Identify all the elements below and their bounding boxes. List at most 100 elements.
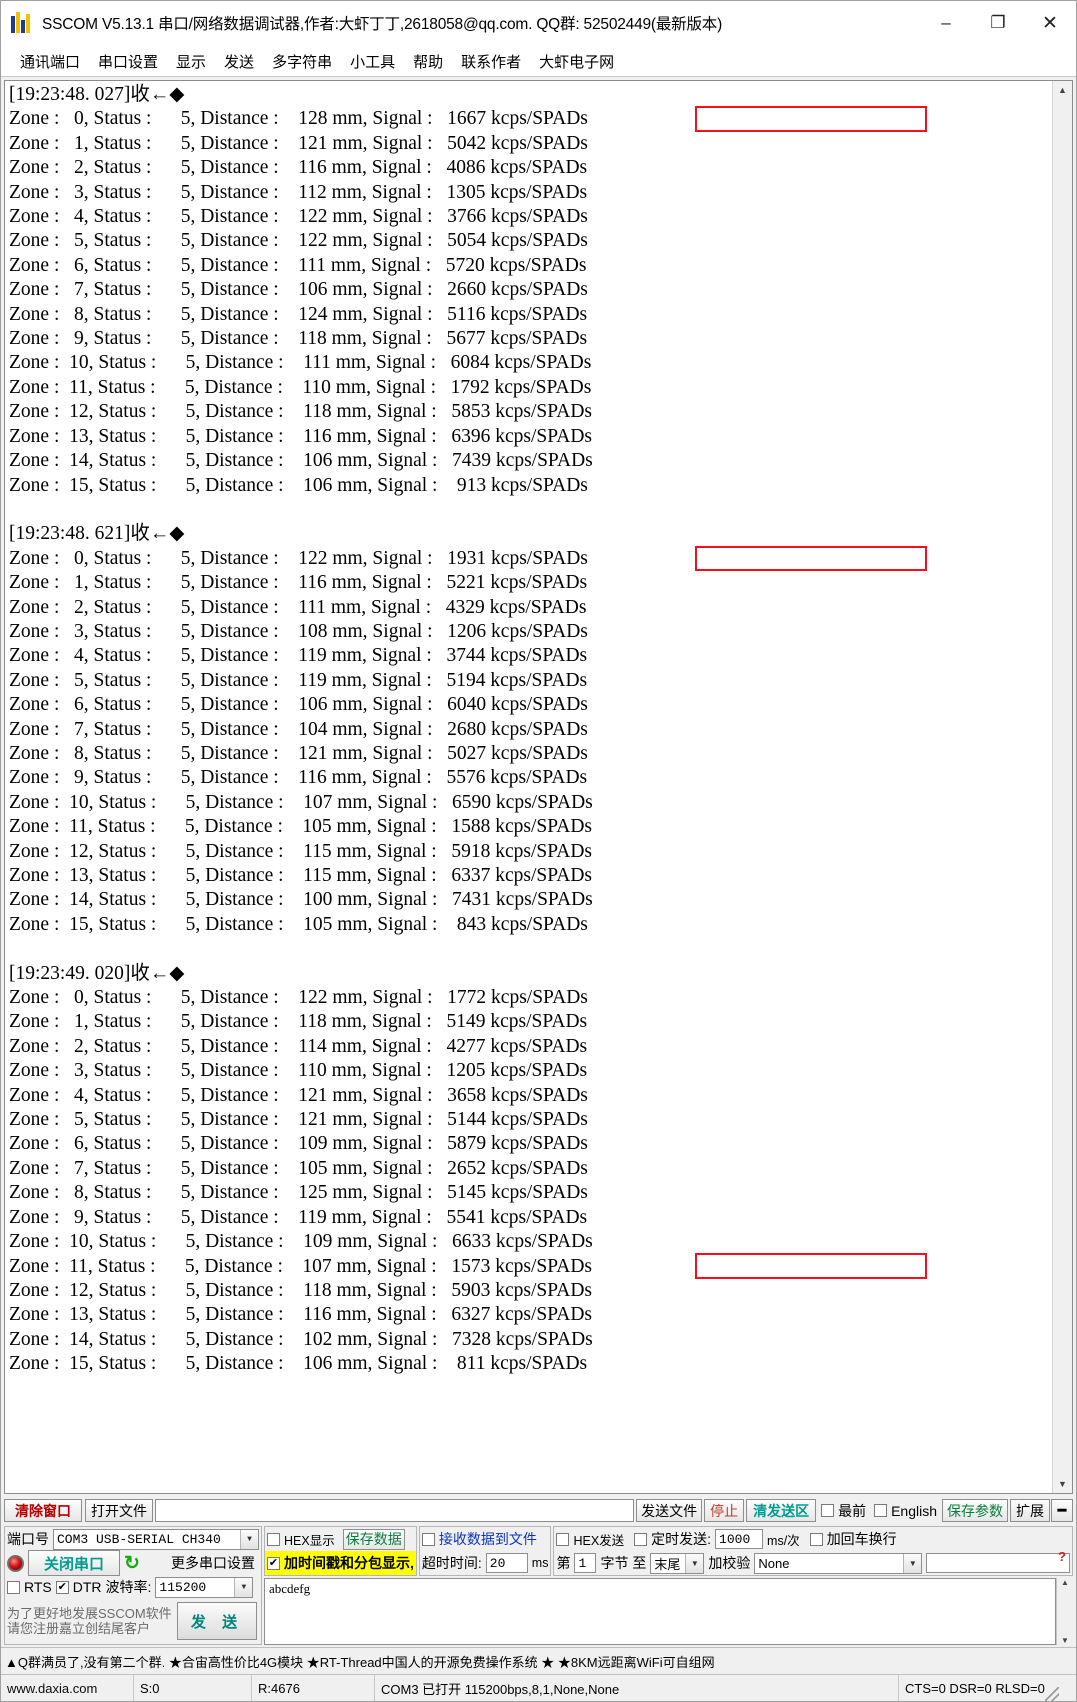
byte-prefix-label: 第 bbox=[556, 1555, 571, 1571]
menu-item-comm-port[interactable]: 通讯端口 bbox=[11, 51, 89, 72]
recv-to-file-checkbox[interactable] bbox=[421, 1532, 435, 1546]
crlf-checkbox[interactable] bbox=[809, 1532, 823, 1546]
status-sent-count: S:0 bbox=[134, 1675, 252, 1701]
send-area-scrollbar[interactable]: ▲ ▼ bbox=[1056, 1578, 1073, 1645]
menu-item-daxia-web[interactable]: 大虾电子网 bbox=[530, 51, 623, 72]
hex-send-label: HEX发送 bbox=[573, 1533, 625, 1548]
menu-item-serial-settings[interactable]: 串口设置 bbox=[89, 51, 167, 72]
clear-window-button[interactable]: 清除窗口 bbox=[4, 1499, 82, 1522]
crlf-label: 加回车换行 bbox=[826, 1531, 897, 1547]
byte-end-select[interactable]: 末尾 ▼ bbox=[650, 1552, 705, 1574]
receive-scrollbar[interactable]: ▲ ▼ bbox=[1052, 81, 1072, 1493]
hex-display-label: HEX显示 bbox=[284, 1533, 335, 1548]
open-file-button[interactable]: 打开文件 bbox=[85, 1499, 153, 1522]
menu-item-help[interactable]: 帮助 bbox=[404, 51, 452, 72]
title-bar: SSCOM V5.13.1 串口/网络数据调试器,作者:大虾丁丁,2618058… bbox=[1, 1, 1076, 46]
port-select[interactable]: COM3 USB-SERIAL CH340 ▼ bbox=[53, 1528, 259, 1550]
send-scroll-down-icon[interactable]: ▼ bbox=[1061, 1636, 1069, 1645]
collapse-button[interactable]: ━ bbox=[1051, 1499, 1073, 1522]
menu-item-tools[interactable]: 小工具 bbox=[341, 51, 404, 72]
stop-button[interactable]: 停止 bbox=[704, 1499, 745, 1522]
byte-index-input[interactable]: 1 bbox=[574, 1553, 597, 1573]
refresh-icon[interactable]: ↻ bbox=[124, 1554, 140, 1573]
close-port-button[interactable]: 关闭串口 bbox=[28, 1550, 120, 1576]
receive-text-view[interactable]: [19:23:48. 027]收←◆ Zone : 0, Status : 5,… bbox=[5, 81, 1052, 1493]
status-flow-control: CTS=0 DSR=0 RLSD=0 bbox=[899, 1675, 1076, 1701]
file-send-bar: 清除窗口 打开文件 发送文件 停止 清发送区 最前 English 保存参数 扩… bbox=[4, 1497, 1073, 1524]
checksum-select[interactable]: None ▼ bbox=[754, 1552, 923, 1574]
interval-input[interactable]: 1000 bbox=[715, 1529, 764, 1549]
timed-send-checkbox[interactable] bbox=[634, 1532, 648, 1546]
flow-control-row: RTS ✔ DTR 波特率: 115200 ▼ bbox=[5, 1575, 261, 1599]
window-title: SSCOM V5.13.1 串口/网络数据调试器,作者:大虾丁丁,2618058… bbox=[42, 16, 723, 33]
status-website[interactable]: www.daxia.com bbox=[1, 1675, 134, 1701]
bottom-panel: 清除窗口 打开文件 发送文件 停止 清发送区 最前 English 保存参数 扩… bbox=[1, 1494, 1076, 1701]
promo-row: 为了更好地发展SSCOM软件 请您注册嘉立创结尾客户 发 送 bbox=[5, 1599, 261, 1644]
file-path-input[interactable] bbox=[155, 1499, 635, 1522]
timeout-input[interactable]: 20 bbox=[485, 1553, 528, 1573]
checksum-extra-input[interactable] bbox=[926, 1553, 1070, 1573]
scroll-up-icon[interactable]: ▲ bbox=[1053, 81, 1072, 99]
send-scroll-up-icon[interactable]: ▲ bbox=[1061, 1578, 1069, 1587]
display-options-grid: HEX显示 保存数据 ✔ 加时间戳和分包显示, 接收数据到文件 超时时间: 20… bbox=[264, 1526, 1073, 1576]
menu-item-contact[interactable]: 联系作者 bbox=[452, 51, 530, 72]
byte-end-value: 末尾 bbox=[654, 1556, 681, 1572]
help-question-icon[interactable]: ? bbox=[1058, 1549, 1066, 1564]
status-flow-text: CTS=0 DSR=0 RLSD=0 bbox=[905, 1680, 1045, 1696]
clear-send-area-button[interactable]: 清发送区 bbox=[746, 1499, 817, 1522]
save-params-button[interactable]: 保存参数 bbox=[942, 1499, 1008, 1522]
chevron-down-icon-baud[interactable]: ▼ bbox=[234, 1577, 253, 1597]
right-settings-panel: HEX显示 保存数据 ✔ 加时间戳和分包显示, 接收数据到文件 超时时间: 20… bbox=[264, 1526, 1073, 1645]
display-options-col-b: 接收数据到文件 超时时间: 20 ms bbox=[418, 1526, 552, 1576]
checksum-value: None bbox=[758, 1555, 790, 1571]
app-logo-icon bbox=[11, 12, 33, 34]
topmost-label: 最前 bbox=[838, 1502, 867, 1519]
hex-display-checkbox[interactable] bbox=[267, 1532, 280, 1546]
dtr-checkbox[interactable]: ✔ bbox=[55, 1580, 69, 1594]
timed-send-label: 定时发送: bbox=[651, 1531, 712, 1547]
chevron-down-icon-checksum[interactable]: ▼ bbox=[903, 1553, 922, 1573]
scroll-down-icon[interactable]: ▼ bbox=[1053, 1475, 1072, 1493]
menu-item-multistring[interactable]: 多字符串 bbox=[263, 51, 341, 72]
status-connection: COM3 已打开 115200bps,8,1,None,None bbox=[375, 1675, 899, 1701]
receive-area[interactable]: [19:23:48. 027]收←◆ Zone : 0, Status : 5,… bbox=[4, 80, 1073, 1494]
port-action-row: 关闭串口 ↻ 更多串口设置 bbox=[5, 1550, 261, 1576]
english-checkbox[interactable] bbox=[874, 1504, 888, 1517]
english-label: English bbox=[891, 1502, 937, 1519]
hex-send-row: HEX发送 定时发送: 1000 ms/次 加回车换行 bbox=[554, 1527, 1072, 1551]
display-options-col-a: HEX显示 保存数据 ✔ 加时间戳和分包显示, bbox=[264, 1526, 417, 1576]
timestamp-label: 加时间戳和分包显示, bbox=[284, 1555, 414, 1571]
recv-to-file-row: 接收数据到文件 bbox=[420, 1527, 551, 1551]
port-select-value: COM3 USB-SERIAL CH340 bbox=[57, 1531, 221, 1547]
dtr-label: DTR bbox=[72, 1579, 102, 1595]
send-button[interactable]: 发 送 bbox=[177, 1602, 257, 1640]
send-file-button[interactable]: 发送文件 bbox=[636, 1499, 703, 1522]
chevron-down-icon[interactable]: ▼ bbox=[240, 1529, 258, 1549]
save-data-button[interactable]: 保存数据 bbox=[342, 1528, 405, 1550]
rts-label: RTS bbox=[24, 1579, 52, 1595]
menu-item-display[interactable]: 显示 bbox=[167, 51, 215, 72]
extend-button[interactable]: 扩展 bbox=[1010, 1499, 1050, 1522]
send-text-area[interactable]: abcdefg bbox=[264, 1578, 1056, 1645]
maximize-button[interactable]: ❐ bbox=[972, 1, 1024, 45]
promo-line-1: 为了更好地发展SSCOM软件 bbox=[7, 1606, 172, 1621]
window-controls: – ❐ ✕ bbox=[920, 1, 1076, 45]
baud-select-value: 115200 bbox=[159, 1579, 207, 1595]
chevron-down-icon-byteend[interactable]: ▼ bbox=[685, 1553, 704, 1573]
resize-grip-icon[interactable] bbox=[1044, 1687, 1059, 1701]
timestamp-checkbox[interactable]: ✔ bbox=[267, 1556, 280, 1570]
more-serial-settings-link[interactable]: 更多串口设置 bbox=[171, 1553, 259, 1573]
minimize-button[interactable]: – bbox=[920, 1, 972, 45]
interval-unit-label: ms/次 bbox=[767, 1533, 800, 1548]
display-options-col-c: HEX发送 定时发送: 1000 ms/次 加回车换行 第 1 字节 至 末尾 … bbox=[553, 1526, 1073, 1576]
port-row: 端口号 COM3 USB-SERIAL CH340 ▼ bbox=[5, 1527, 261, 1551]
rts-checkbox[interactable] bbox=[7, 1580, 20, 1594]
hex-send-checkbox[interactable] bbox=[556, 1532, 570, 1546]
close-button[interactable]: ✕ bbox=[1024, 1, 1076, 45]
promo-ad-bar[interactable]: ▲Q群满员了,没有第二个群. ★合宙高性价比4G模块 ★RT-Thread中国人… bbox=[1, 1647, 1076, 1674]
timeout-row: 超时时间: 20 ms bbox=[420, 1551, 551, 1575]
topmost-checkbox[interactable] bbox=[821, 1504, 835, 1517]
scroll-track[interactable] bbox=[1053, 99, 1072, 1475]
menu-item-send[interactable]: 发送 bbox=[215, 51, 263, 72]
baud-select[interactable]: 115200 ▼ bbox=[155, 1576, 254, 1598]
